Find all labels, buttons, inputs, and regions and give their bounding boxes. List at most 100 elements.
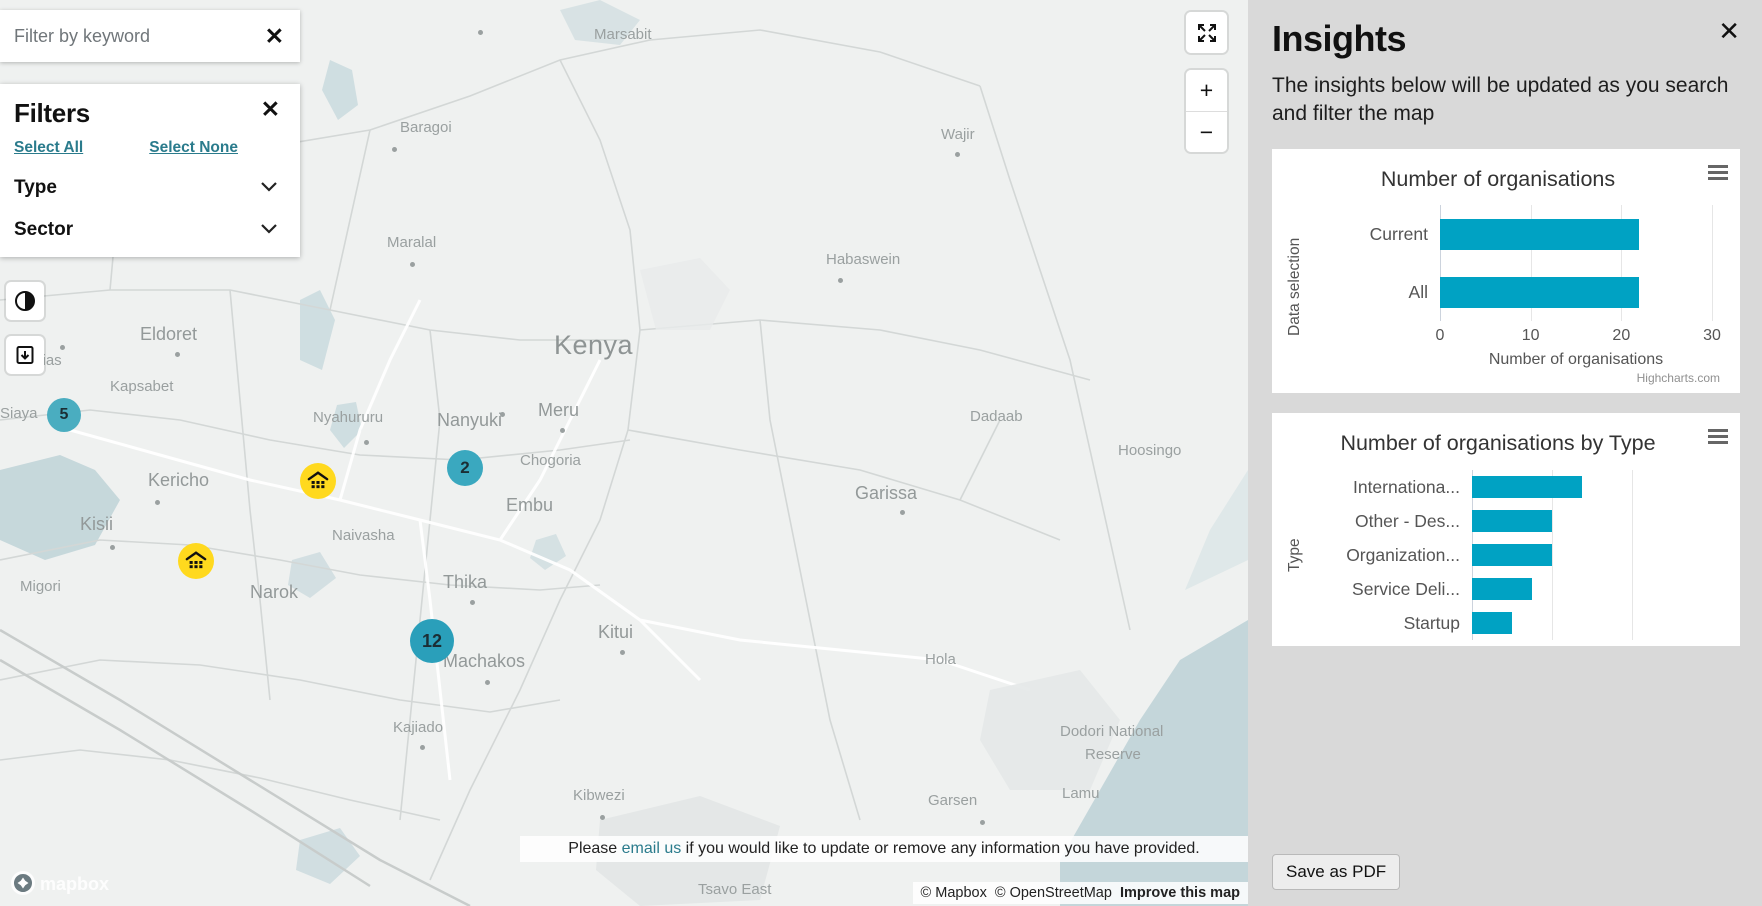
chart-menu-icon[interactable]	[1708, 164, 1728, 180]
bar[interactable]	[1440, 276, 1640, 308]
map-town-dot	[955, 152, 960, 157]
map-town-dot	[900, 510, 905, 515]
map-place-label: Hoosingo	[1118, 442, 1182, 459]
close-insights-button[interactable]: ✕	[1718, 18, 1740, 44]
bar[interactable]	[1440, 218, 1640, 250]
bar[interactable]	[1472, 476, 1582, 499]
bar-row	[1472, 504, 1632, 538]
map-town-dot	[600, 815, 605, 820]
insights-subtitle: The insights below will be updated as yo…	[1272, 74, 1729, 126]
filter-group-type[interactable]: Type	[14, 177, 282, 199]
map-place-label: Nyahururu	[313, 409, 384, 426]
attribution-mapbox[interactable]: © Mapbox	[921, 885, 987, 901]
map-place-label: Baragoi	[400, 119, 452, 136]
zoom-out-button[interactable]: −	[1186, 111, 1227, 152]
contrast-toggle-button[interactable]	[6, 282, 44, 320]
select-all-link[interactable]: Select All	[14, 139, 83, 157]
bar[interactable]	[1472, 578, 1532, 601]
save-as-pdf-button[interactable]: Save as PDF	[1272, 854, 1401, 890]
bar-row	[1440, 205, 1712, 263]
map-place-label: Chogoria	[520, 452, 581, 469]
category-label: Current	[1369, 223, 1428, 244]
filter-group-sector[interactable]: Sector	[14, 219, 282, 241]
map-canvas[interactable]: Marsabit Baragoi Wajir Maralal Habaswein Keny…	[0, 0, 1248, 906]
keyword-filter-box[interactable]: ✕	[0, 10, 300, 62]
zoom-in-button[interactable]: +	[1186, 70, 1227, 111]
email-us-link[interactable]: email us	[622, 840, 682, 857]
insights-title: Insights	[1272, 18, 1407, 59]
select-none-link[interactable]: Select None	[149, 139, 238, 157]
map-place-label: Kitui	[598, 622, 634, 642]
map-place-label: Kibwezi	[573, 787, 625, 804]
filter-group-type-label: Type	[14, 177, 57, 198]
filter-group-sector-label: Sector	[14, 219, 74, 240]
chart-menu-icon[interactable]	[1708, 429, 1728, 445]
chart-card-organisations-by-type: Number of organisations by Type Type Inte…	[1272, 413, 1740, 647]
close-filters-button[interactable]: ✕	[259, 98, 282, 121]
bar[interactable]	[1472, 544, 1552, 567]
map-town-dot	[392, 147, 397, 152]
map-place-label: Maralal	[387, 234, 437, 251]
svg-text:mapbox: mapbox	[40, 874, 109, 894]
highcharts-credit[interactable]: Highcharts.com	[1286, 369, 1726, 387]
map-place-label: Garissa	[855, 483, 918, 503]
download-data-button[interactable]	[6, 336, 44, 374]
map-town-dot	[364, 440, 369, 445]
category-label: Organization...	[1346, 544, 1460, 565]
map-organisation-marker[interactable]	[300, 463, 336, 499]
bar[interactable]	[1472, 510, 1552, 533]
map-attribution: © Mapbox © OpenStreetMap Improve this ma…	[912, 882, 1248, 904]
category-label: Other - Des...	[1354, 510, 1460, 531]
map-place-label: Kenya	[554, 330, 634, 360]
map-place-label: Embu	[506, 495, 554, 515]
zoom-control[interactable]: + −	[1186, 70, 1227, 152]
search-input[interactable]	[14, 25, 263, 47]
bar[interactable]	[1472, 612, 1512, 635]
x-axis-title: Number of organisations	[1488, 351, 1664, 369]
fullscreen-control[interactable]	[1186, 12, 1227, 53]
building-icon	[307, 471, 329, 489]
chevron-down-icon	[260, 180, 278, 197]
map-place-label: Tsavo East	[698, 881, 772, 898]
x-axis-tick-label: 0	[1435, 327, 1445, 345]
x-axis-tick-label: 20	[1612, 327, 1631, 345]
map-cluster-marker[interactable]: 12	[410, 619, 454, 663]
category-label: All	[1408, 281, 1428, 302]
map-cluster-marker[interactable]: 2	[447, 450, 483, 486]
chart-title: Number of organisations by Type	[1340, 431, 1656, 456]
improve-map-link[interactable]: Improve this map	[1120, 885, 1240, 901]
grid-line	[1712, 205, 1713, 322]
map-place-label: Kericho	[148, 470, 210, 490]
map-organisation-marker[interactable]	[178, 543, 214, 579]
contrast-icon	[15, 291, 35, 311]
map-place-label: Dodori National	[1060, 723, 1164, 740]
bar-row	[1472, 606, 1632, 640]
insights-header: Insights ✕	[1272, 18, 1740, 60]
attribution-osm[interactable]: © OpenStreetMap	[995, 885, 1112, 901]
bar-row	[1440, 263, 1712, 321]
category-label: Service Deli...	[1352, 578, 1460, 599]
map-place-label: Kajiado	[393, 719, 444, 736]
map-cluster-marker[interactable]: 5	[47, 398, 81, 432]
map-place-label: Kisii	[80, 514, 114, 534]
map-town-dot	[560, 428, 565, 433]
map-place-label: Reserve	[1085, 746, 1141, 763]
filters-panel: Filters ✕ Select All Select None Type Se…	[0, 84, 300, 257]
x-axis-tick-label: 10	[1521, 327, 1540, 345]
map-place-label: Lamu	[1062, 785, 1100, 802]
bar-row	[1472, 572, 1632, 606]
map-place-label: Marsabit	[594, 26, 652, 43]
clear-search-button[interactable]: ✕	[263, 24, 286, 48]
chevron-down-icon	[260, 222, 278, 239]
map-town-dot	[60, 345, 65, 350]
fullscreen-icon	[1197, 23, 1216, 42]
x-axis-tick-label: 30	[1703, 327, 1721, 345]
map-town-dot	[470, 600, 475, 605]
map-place-label: Narok	[250, 582, 299, 602]
map-place-label: Naivasha	[332, 527, 395, 544]
x-axis: 0 10 20 30	[1436, 323, 1721, 349]
insights-panel: Insights ✕ The insights below will be up…	[1248, 0, 1762, 906]
map-place-label: Wajir	[941, 126, 975, 143]
mapbox-logo[interactable]: mapbox	[10, 870, 120, 896]
fullscreen-button[interactable]	[1186, 12, 1227, 53]
